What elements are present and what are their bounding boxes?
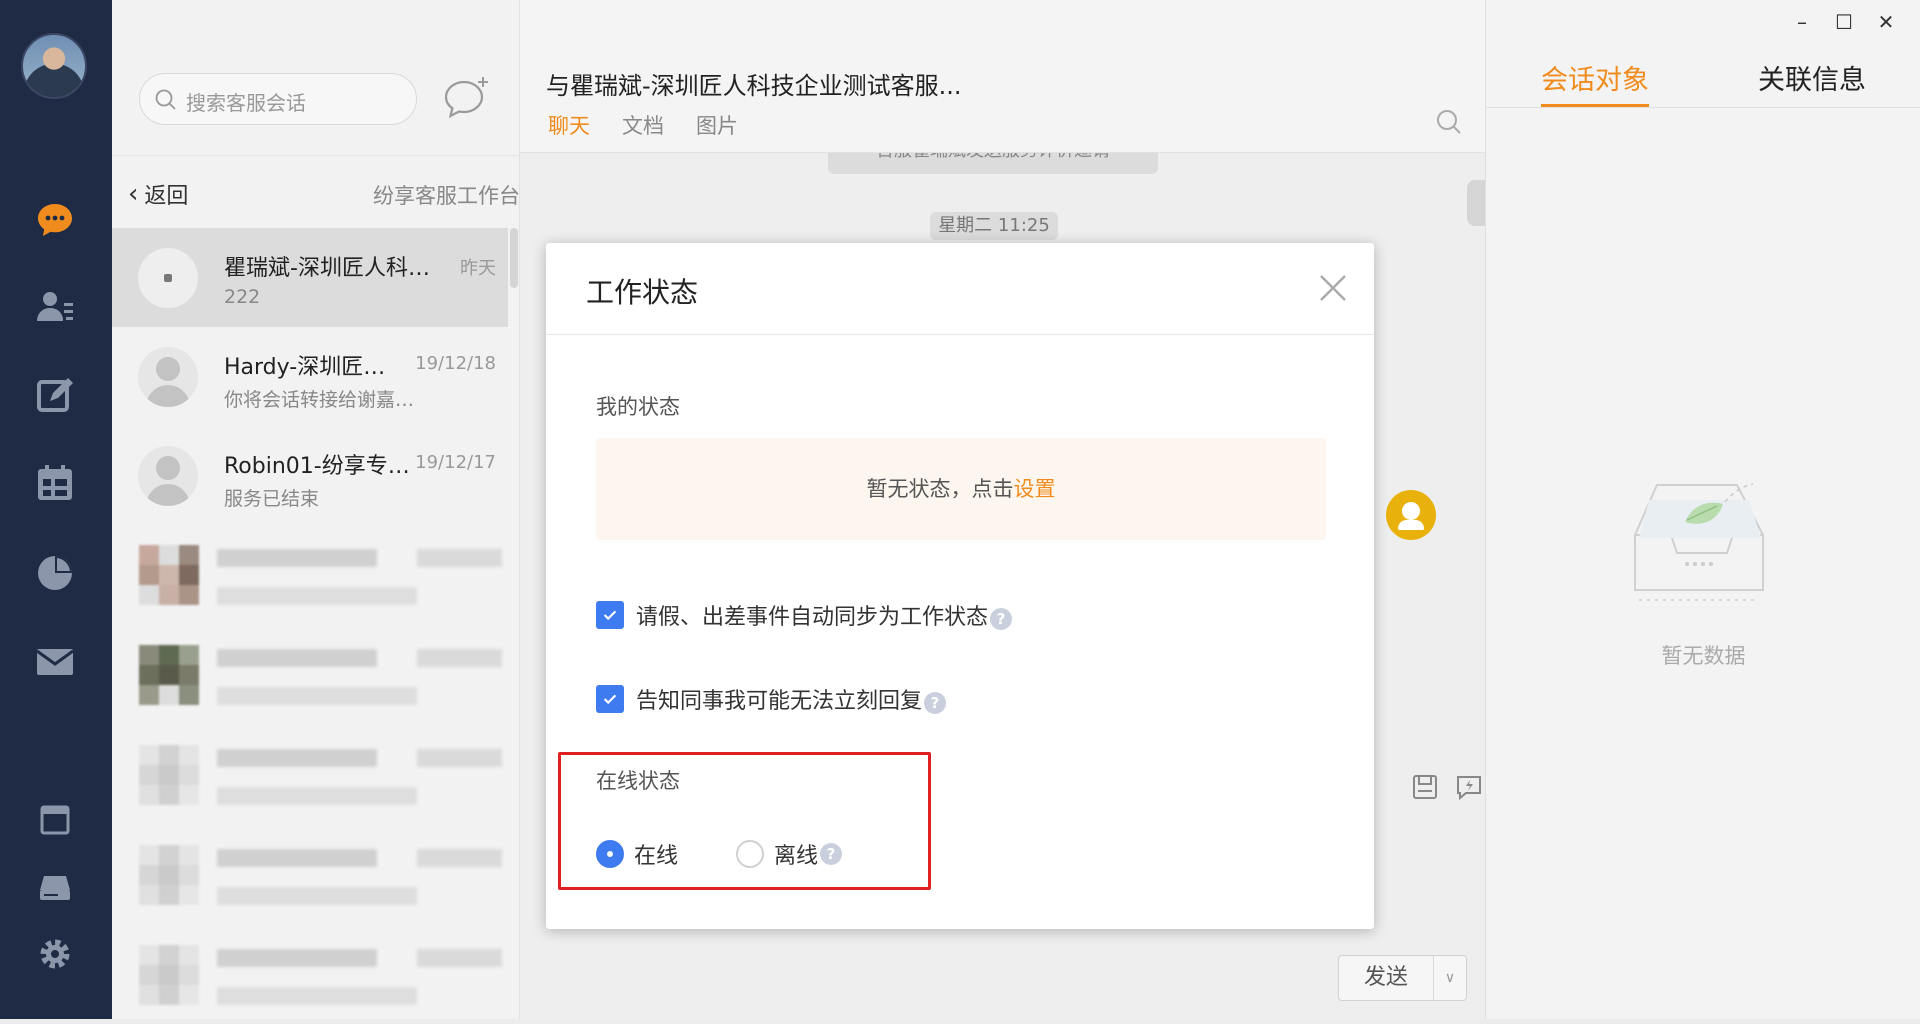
notify-colleagues-checkbox-row[interactable]: 告知同事我可能无法立刻回复? <box>596 683 947 715</box>
search-icon <box>155 89 176 110</box>
settings-icon[interactable] <box>34 933 76 975</box>
session-last-message: 222 <box>224 286 261 308</box>
chat-title: 与瞿瑞斌-深圳匠人科技企业测试客服... <box>546 72 962 100</box>
back-label: 返回 <box>144 184 189 209</box>
empty-state-text: 暂无数据 <box>1661 644 1746 668</box>
mail-icon[interactable] <box>34 641 76 683</box>
session-time: 19/12/17 <box>415 452 496 473</box>
session-item[interactable]: Hardy-深圳匠人科技企业测试客服 19/12/18 你将会话转接给谢嘉成客服 <box>112 327 508 426</box>
message-timestamp: 星期二 11:25 <box>930 212 1058 240</box>
session-name: Hardy-深圳匠人科技企业测试客服 <box>224 355 404 380</box>
user-avatar[interactable] <box>21 33 87 99</box>
tab-conversation-target[interactable]: 会话对象 <box>1541 58 1649 97</box>
session-list-panel: 搜索客服会话 ‹ 返回 纷享客服工作台 瞿瑞斌-深圳匠人科技企业测试客服 昨天 … <box>112 0 520 1019</box>
tab-images[interactable]: 图片 <box>696 110 738 140</box>
app-window: 搜索客服会话 ‹ 返回 纷享客服工作台 瞿瑞斌-深圳匠人科技企业测试客服 昨天 … <box>0 0 1920 1019</box>
dialog-title: 工作状态 <box>586 276 699 309</box>
back-button[interactable]: ‹ 返回 <box>128 178 188 210</box>
redacted-session-item[interactable] <box>112 725 508 824</box>
session-item[interactable]: Robin01-纷享专属客服 19/12/17 服务已结束 <box>112 426 508 525</box>
statistics-icon[interactable] <box>34 552 76 594</box>
my-status-label: 我的状态 <box>596 395 680 419</box>
tab-chat[interactable]: 聊天 <box>548 110 590 140</box>
active-tab-underline <box>1541 104 1649 107</box>
new-chat-icon[interactable] <box>442 74 492 122</box>
session-name: 瞿瑞斌-深圳匠人科技企业测试客服 <box>224 256 434 281</box>
session-avatar <box>138 446 198 506</box>
tab-documents[interactable]: 文档 <box>622 110 664 140</box>
status-empty-box: 暂无状态，点击设置 <box>596 438 1326 540</box>
contacts-icon[interactable] <box>34 286 76 328</box>
send-button[interactable]: 发送 <box>1339 956 1434 1000</box>
notify-colleagues-label: 告知同事我可能无法立刻回复 <box>636 689 923 714</box>
tab-related-info[interactable]: 关联信息 <box>1758 58 1866 97</box>
search-icon[interactable] <box>1435 108 1463 136</box>
session-time: 19/12/18 <box>415 353 496 374</box>
session-avatar <box>138 347 198 407</box>
redacted-session-item[interactable] <box>112 525 508 624</box>
redacted-session-item[interactable] <box>112 925 508 1024</box>
session-list-header: ‹ 返回 纷享客服工作台 <box>112 155 520 227</box>
save-icon[interactable] <box>1410 772 1440 802</box>
right-info-panel: 会话对象 关联信息 暂无数据 <box>1485 0 1920 1019</box>
calendar-icon[interactable] <box>34 462 76 504</box>
sync-leave-label: 请假、出差事件自动同步为工作状态 <box>636 605 989 630</box>
set-status-link[interactable]: 设置 <box>1014 477 1056 501</box>
close-icon[interactable] <box>1318 273 1348 303</box>
chat-header: 与瞿瑞斌-深圳匠人科技企业测试客服... 聊天 文档 图片 <box>520 0 1485 153</box>
chat-tabs: 聊天 文档 图片 <box>548 110 738 140</box>
redacted-avatar <box>139 745 199 805</box>
sync-leave-checkbox-row[interactable]: 请假、出差事件自动同步为工作状态? <box>596 599 1013 631</box>
session-item[interactable]: 瞿瑞斌-深圳匠人科技企业测试客服 昨天 222 <box>112 228 508 327</box>
help-icon[interactable]: ? <box>990 608 1013 630</box>
redacted-session-item[interactable] <box>112 625 508 724</box>
window-icon[interactable] <box>34 799 76 841</box>
collapse-panel-toggle[interactable] <box>1467 180 1485 226</box>
minimize-icon[interactable]: – <box>1790 10 1814 34</box>
drive-icon[interactable] <box>34 866 76 908</box>
empty-inbox-icon <box>1634 483 1764 601</box>
chevron-down-icon[interactable]: ∨ <box>1434 956 1466 1000</box>
session-time: 昨天 <box>460 258 496 279</box>
quick-reply-icon[interactable] <box>1454 772 1484 802</box>
online-status-highlight-box <box>558 752 931 890</box>
redacted-avatar <box>139 645 199 705</box>
redacted-avatar <box>139 845 199 905</box>
session-search-input[interactable]: 搜索客服会话 <box>139 73 417 125</box>
edit-icon[interactable] <box>34 374 76 416</box>
workbench-title: 纷享客服工作台 <box>373 184 520 208</box>
redacted-session-item[interactable] <box>112 825 508 924</box>
agent-avatar-icon <box>1386 490 1436 540</box>
help-icon[interactable]: ? <box>924 692 947 714</box>
chat-icon[interactable] <box>34 199 76 241</box>
session-list-scrollbar[interactable] <box>510 228 518 288</box>
session-last-message: 你将会话转接给谢嘉成客服 <box>224 389 424 411</box>
send-button-group: 发送 ∨ <box>1338 955 1467 1001</box>
notify-colleagues-checkbox[interactable] <box>596 685 624 713</box>
session-avatar <box>138 248 198 308</box>
nav-rail <box>0 0 112 1019</box>
session-last-message: 服务已结束 <box>224 488 320 510</box>
maximize-icon[interactable]: ☐ <box>1832 10 1856 34</box>
redacted-avatar <box>139 545 199 605</box>
session-name: Robin01-纷享专属客服 <box>224 454 412 479</box>
close-window-icon[interactable]: ✕ <box>1874 10 1898 34</box>
search-placeholder: 搜索客服会话 <box>186 91 306 115</box>
redacted-avatar <box>139 945 199 1005</box>
chevron-left-icon: ‹ <box>128 179 139 209</box>
sync-leave-checkbox[interactable] <box>596 601 624 629</box>
dialog-header: 工作状态 <box>546 243 1374 335</box>
status-empty-text: 暂无状态，点击 <box>866 477 1014 501</box>
